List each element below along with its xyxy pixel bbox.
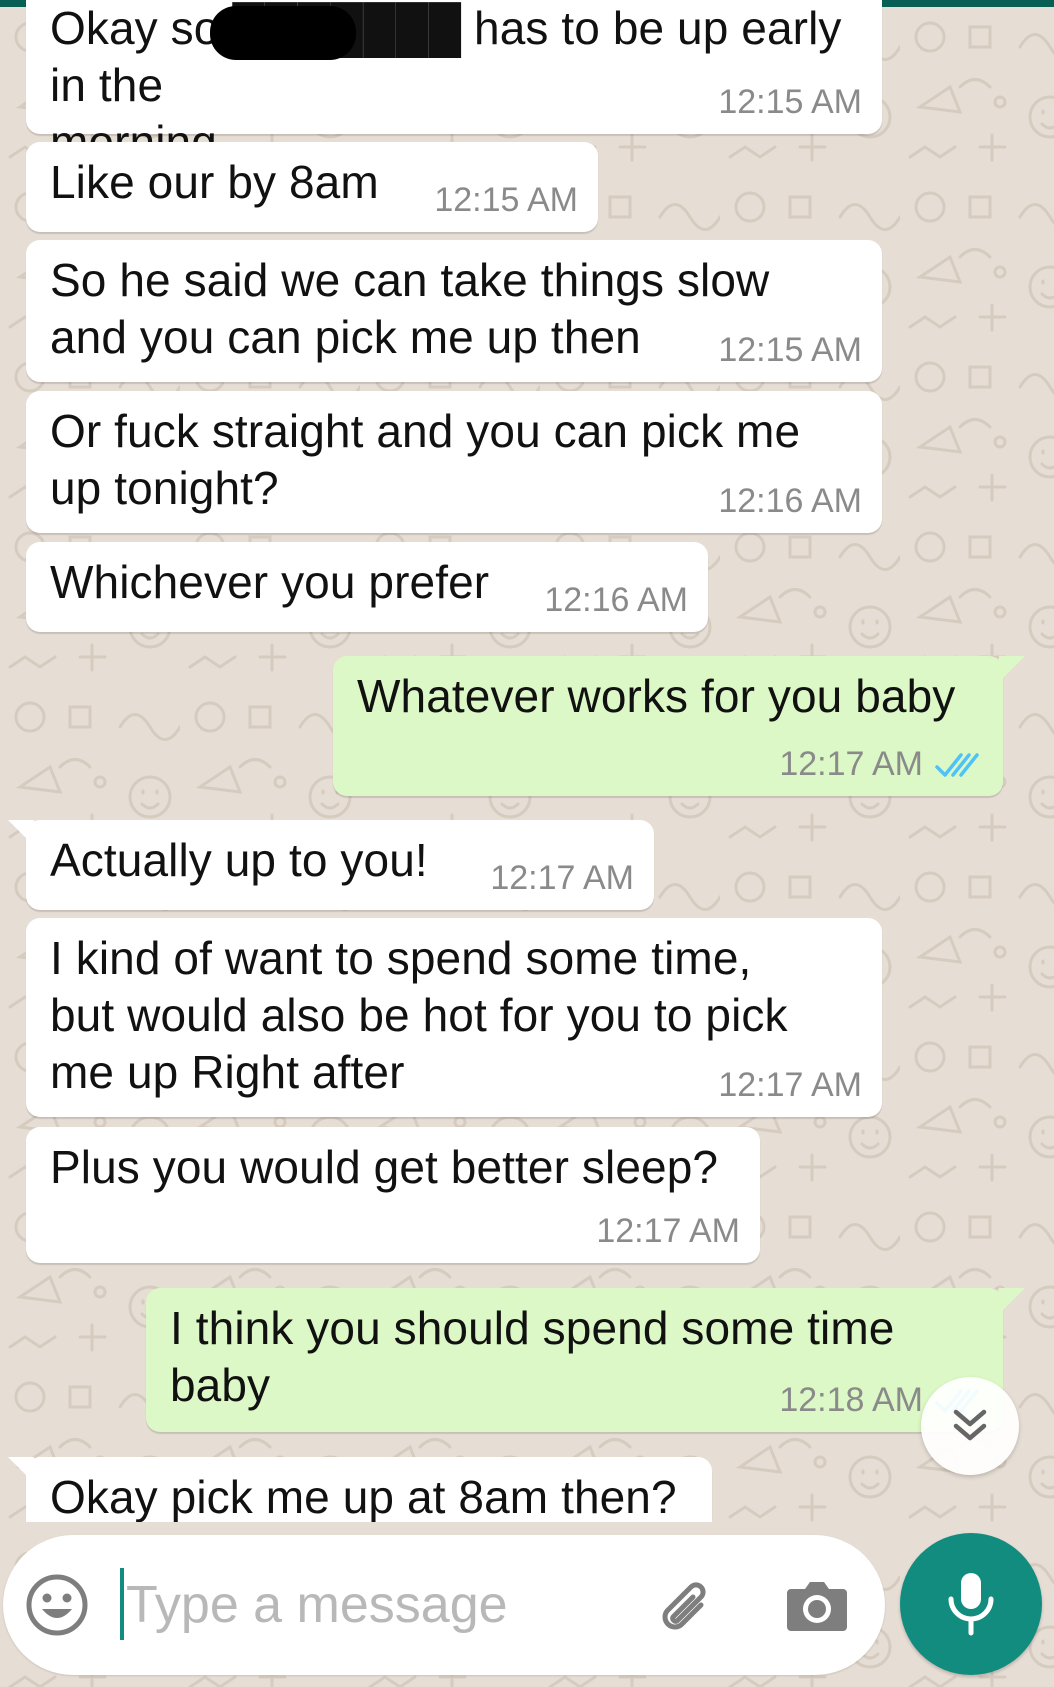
read-double-check-icon [935,753,979,777]
message-composer [3,1535,885,1675]
paperclip-icon[interactable] [653,1575,721,1643]
message-bubble-incoming[interactable]: So he said we can take things slow and y… [26,240,882,382]
message-text: Okay pick me up at 8am then? [50,1471,677,1522]
message-list[interactable]: Okay so ███████ has to be up early in th… [0,0,1054,1522]
scroll-to-bottom-button[interactable] [921,1377,1019,1475]
message-bubble-incoming[interactable]: I kind of want to spend some time, but w… [26,918,882,1117]
message-time: 12:18 AM [779,1381,923,1419]
message-bubble-outgoing[interactable]: Whatever works for you baby 12:17 AM [333,656,1025,796]
message-bubble-incoming[interactable]: Whichever you prefer 12:16 AM [26,542,708,632]
smiley-icon[interactable] [25,1573,89,1637]
microphone-icon [948,1573,994,1636]
text-cursor [120,1568,124,1640]
bubble-tail [8,1457,34,1483]
message-time: 12:15 AM [434,181,578,219]
camera-icon[interactable] [785,1575,849,1635]
message-time: 12:17 AM [596,1212,740,1250]
message-input[interactable] [126,1565,626,1645]
message-text: Plus you would get better sleep? [50,1141,719,1193]
double-chevron-down-icon [953,1409,987,1441]
message-bubble-incoming[interactable]: Plus you would get better sleep? 12:17 A… [26,1127,760,1263]
message-bubble-incoming[interactable]: Actually up to you! 12:17 AM [8,820,654,910]
bubble-tail [999,656,1025,682]
message-time: 12:16 AM [718,482,862,520]
redaction-mark [210,6,356,60]
message-time: 12:17 AM [490,859,634,897]
voice-record-button[interactable] [900,1533,1042,1675]
message-bubble-outgoing[interactable]: I think you should spend some time baby … [146,1288,1025,1432]
bubble-tail [8,820,34,846]
bubble-tail [999,1288,1025,1314]
message-time: 12:17 AM [718,1066,862,1104]
message-bubble-incoming[interactable]: Okay pick me up at 8am then? [8,1457,712,1522]
message-time: 12:17 AM [779,745,923,783]
message-time: 12:15 AM [718,331,862,369]
message-bubble-incoming[interactable]: Or fuck straight and you can pick me up … [26,391,882,533]
message-bubble-incoming[interactable]: Like our by 8am 12:15 AM [26,142,598,232]
message-time: 12:15 AM [718,83,862,121]
message-time: 12:16 AM [544,581,688,619]
message-text: Whatever works for you baby [357,670,956,722]
message-bubble-incoming[interactable]: Okay so ███████ has to be up early in th… [26,0,882,168]
